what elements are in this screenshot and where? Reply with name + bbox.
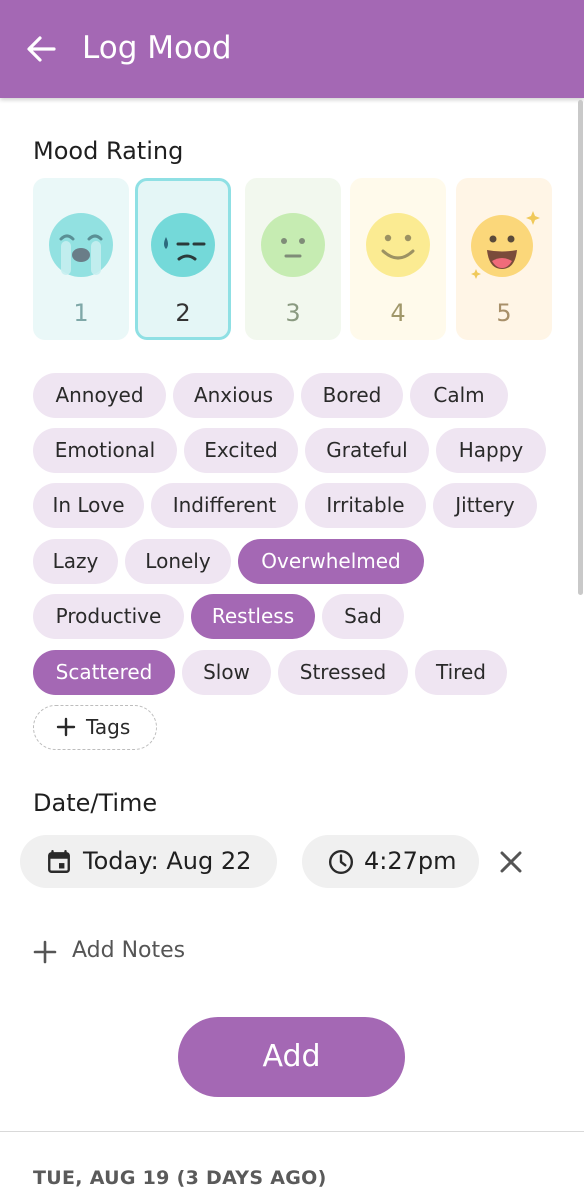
mood-rating-options: 1 2 3 4 5 [33, 178, 553, 342]
grinning-sparkle-face-icon [471, 211, 540, 279]
tag-chip-selected[interactable]: Overwhelmed [238, 539, 424, 584]
mood-option-1[interactable]: 1 [33, 178, 129, 340]
tag-chip[interactable]: Happy [436, 428, 546, 473]
time-value: 4:27pm [364, 847, 457, 875]
crying-face-icon [49, 213, 113, 277]
mood-option-number: 2 [175, 299, 191, 327]
tag-chip[interactable]: Tired [415, 650, 507, 695]
plus-icon [33, 940, 57, 964]
scrollbar[interactable] [578, 100, 583, 595]
add-button[interactable]: Add [178, 1017, 405, 1097]
history-day-header: TUE, AUG 19 (3 DAYS AGO) [33, 1167, 327, 1189]
tag-chip[interactable]: Emotional [33, 428, 177, 473]
sad-sweat-face-icon [151, 213, 215, 277]
date-time-label: Date/Time [33, 789, 158, 817]
tag-chip-selected[interactable]: Restless [191, 594, 315, 639]
tag-chip[interactable]: Productive [33, 594, 184, 639]
tag-chip[interactable]: Grateful [305, 428, 429, 473]
tag-chip[interactable]: Slow [182, 650, 271, 695]
tag-chip[interactable]: Sad [322, 594, 404, 639]
divider [0, 1131, 584, 1132]
mood-option-2[interactable]: 2 [135, 178, 231, 340]
date-picker-button[interactable]: Today: Aug 22 [20, 835, 277, 888]
close-icon[interactable] [498, 849, 524, 875]
tag-chip[interactable]: Lazy [33, 539, 118, 584]
tag-chip[interactable]: Calm [410, 373, 508, 418]
tag-chip[interactable]: In Love [33, 483, 144, 528]
mood-option-5[interactable]: 5 [456, 178, 552, 340]
add-notes-label: Add Notes [72, 938, 186, 963]
mood-option-number: 1 [73, 299, 89, 327]
mood-option-number: 4 [390, 299, 406, 327]
tag-chip[interactable]: Jittery [433, 483, 537, 528]
calendar-icon [48, 849, 70, 873]
tag-chip[interactable]: Annoyed [33, 373, 166, 418]
arrow-left-icon[interactable] [24, 32, 58, 66]
add-tags-button[interactable]: Tags [33, 705, 157, 750]
mood-option-number: 3 [285, 299, 301, 327]
mood-option-3[interactable]: 3 [245, 178, 341, 340]
add-tags-label: Tags [86, 715, 131, 739]
neutral-face-icon [261, 213, 325, 277]
time-picker-button[interactable]: 4:27pm [302, 835, 479, 888]
tag-chip[interactable]: Lonely [125, 539, 231, 584]
date-value: Today: Aug 22 [83, 847, 252, 875]
tag-chip-selected[interactable]: Scattered [33, 650, 175, 695]
page-title: Log Mood [82, 30, 232, 66]
tag-chip[interactable]: Indifferent [151, 483, 298, 528]
mood-option-4[interactable]: 4 [350, 178, 446, 340]
tag-chip[interactable]: Anxious [173, 373, 294, 418]
tag-chip[interactable]: Irritable [305, 483, 426, 528]
smiling-face-icon [366, 213, 430, 277]
mood-option-number: 5 [496, 299, 512, 327]
mood-rating-label: Mood Rating [33, 137, 184, 165]
plus-icon [56, 717, 76, 737]
app-bar: Log Mood [0, 0, 584, 98]
tag-chip[interactable]: Stressed [278, 650, 408, 695]
clock-icon [328, 849, 354, 875]
tag-chip[interactable]: Excited [184, 428, 298, 473]
tag-chip[interactable]: Bored [301, 373, 403, 418]
